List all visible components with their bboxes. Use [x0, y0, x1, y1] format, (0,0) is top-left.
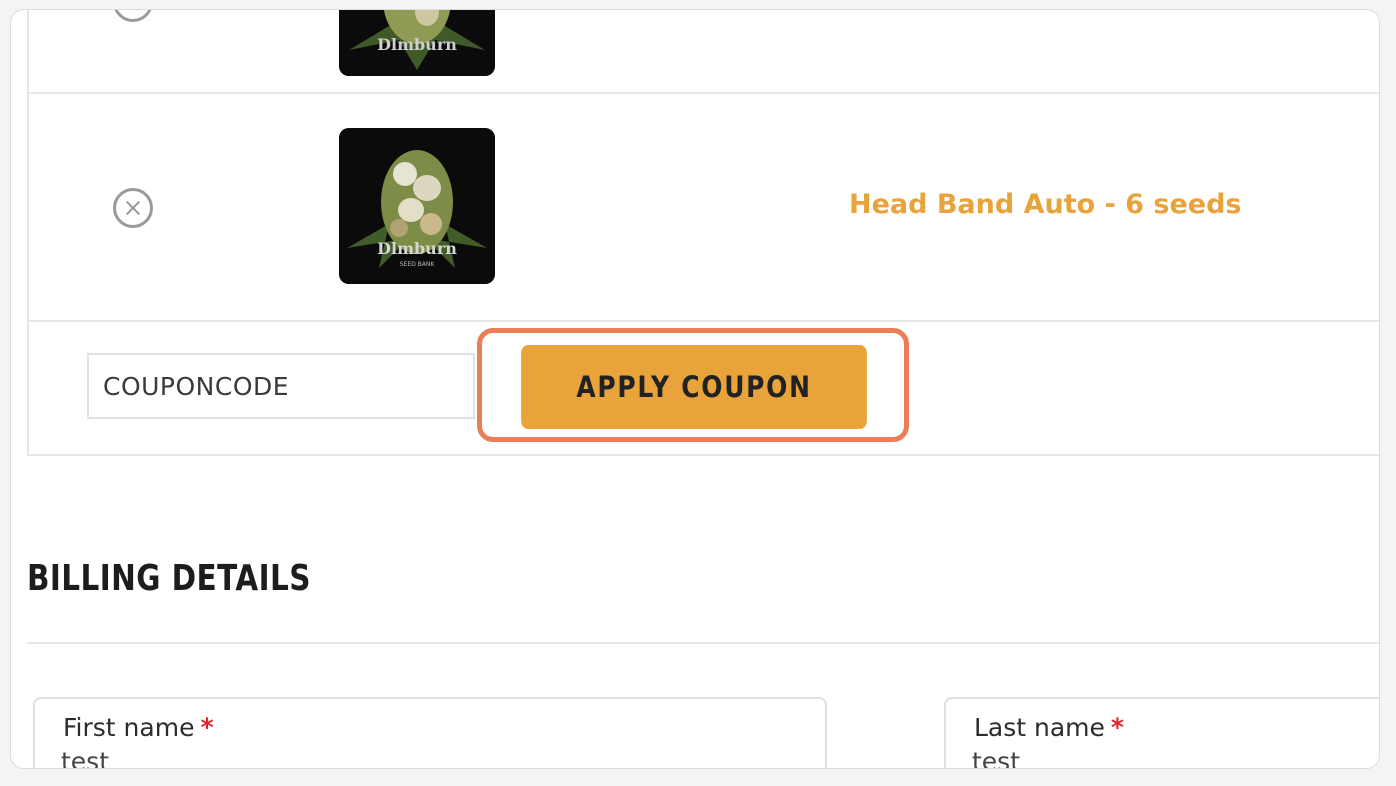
remove-circle-icon[interactable]: [113, 10, 153, 22]
billing-divider: [27, 642, 1379, 644]
remove-circle-icon[interactable]: [113, 188, 153, 228]
last-name-label-text: Last name: [974, 713, 1105, 742]
product-image-svg: Dlmburn SEED BANK: [339, 128, 495, 284]
first-name-label-text: First name: [63, 713, 195, 742]
svg-text:Dlmburn: Dlmburn: [377, 239, 457, 258]
first-name-field[interactable]: First name * test: [33, 697, 827, 768]
required-marker: *: [200, 713, 214, 742]
product-thumbnail[interactable]: Dlmburn SEED BANK: [339, 128, 495, 284]
row-divider: [29, 92, 1379, 94]
product-image-svg: Dlmburn: [339, 10, 495, 76]
apply-coupon-button[interactable]: APPLY COUPON: [521, 345, 867, 429]
last-name-field[interactable]: Last name * test: [944, 697, 1379, 768]
first-name-label: First name *: [63, 713, 214, 742]
svg-text:Dlmburn: Dlmburn: [377, 35, 457, 54]
required-marker: *: [1110, 713, 1124, 742]
coupon-code-input[interactable]: [87, 353, 475, 419]
billing-details-heading: BILLING DETAILS: [27, 558, 311, 599]
svg-text:SEED BANK: SEED BANK: [400, 261, 436, 268]
product-thumbnail[interactable]: Dlmburn: [339, 10, 495, 76]
first-name-value[interactable]: test: [61, 747, 109, 768]
page-frame: Dlmburn Dlmburn SEED BANK Head Band Auto…: [10, 9, 1380, 769]
last-name-label: Last name *: [974, 713, 1124, 742]
last-name-value[interactable]: test: [972, 747, 1020, 768]
product-name-link[interactable]: Head Band Auto - 6 seeds: [849, 189, 1241, 220]
row-divider: [29, 320, 1379, 322]
